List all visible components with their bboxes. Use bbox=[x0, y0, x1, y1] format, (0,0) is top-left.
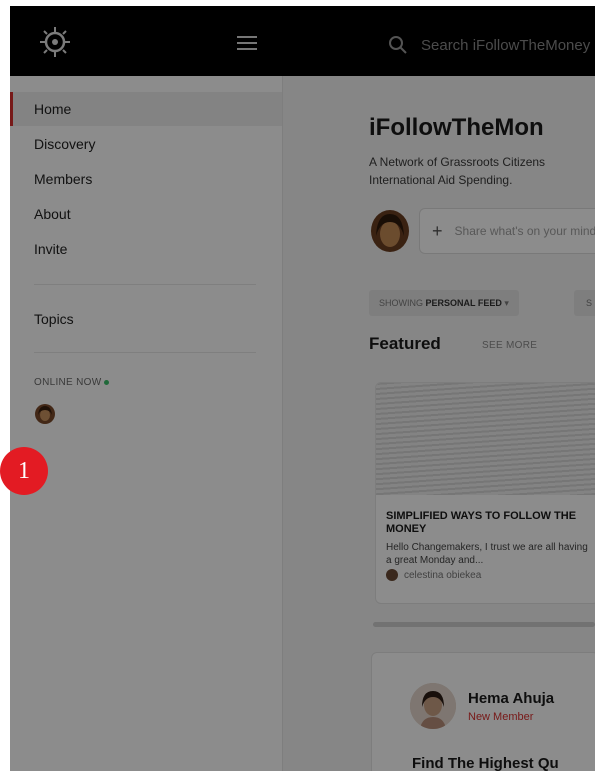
sidebar-item-invite[interactable]: Invite bbox=[10, 232, 282, 266]
chevron-down-icon: ▾ bbox=[504, 298, 509, 308]
featured-card[interactable]: SIMPLIFIED WAYS TO FOLLOW THE MONEY Hell… bbox=[375, 382, 595, 604]
sidebar: Home Discovery Members About Invite Topi… bbox=[10, 76, 283, 771]
post-composer[interactable]: + Share what's on your mind bbox=[419, 208, 595, 254]
avatar-face-icon bbox=[410, 683, 456, 729]
page-margin bbox=[0, 0, 10, 771]
featured-heading: Featured bbox=[369, 334, 441, 353]
author-name: celestina obiekea bbox=[404, 569, 482, 581]
card-image bbox=[376, 383, 595, 495]
author-avatar bbox=[386, 569, 398, 581]
member-role: New Member bbox=[468, 711, 534, 723]
search-input[interactable] bbox=[421, 36, 595, 54]
search-bar bbox=[388, 33, 595, 57]
online-user-avatar[interactable] bbox=[35, 404, 55, 424]
online-now-text: ONLINE NOW bbox=[34, 377, 102, 388]
feed-filter-value: PERSONAL FEED bbox=[425, 298, 502, 308]
card-title: SIMPLIFIED WAYS TO FOLLOW THE MONEY bbox=[386, 510, 577, 535]
online-status-dot-icon bbox=[104, 379, 110, 385]
sidebar-item-topics[interactable]: Topics bbox=[10, 302, 282, 336]
feed-filter-dropdown[interactable]: SHOWING PERSONAL FEED ▾ bbox=[369, 290, 519, 316]
site-description: A Network of Grassroots Citizens Interna… bbox=[369, 155, 546, 187]
page-title: iFollowTheMon bbox=[369, 114, 544, 141]
sort-filter-dropdown[interactable]: S bbox=[574, 290, 595, 316]
sidebar-divider bbox=[34, 352, 256, 353]
app-window: Home Discovery Members About Invite Topi… bbox=[0, 0, 595, 771]
sidebar-item-about[interactable]: About bbox=[10, 197, 282, 231]
feed-filter-prefix: SHOWING bbox=[379, 298, 423, 308]
card-excerpt: Hello Changemakers, I trust we are all h… bbox=[386, 542, 588, 566]
horizontal-scrollbar[interactable] bbox=[373, 622, 595, 627]
sidebar-item-members[interactable]: Members bbox=[10, 162, 282, 196]
avatar[interactable] bbox=[410, 683, 456, 729]
sidebar-item-home[interactable]: Home bbox=[10, 92, 282, 126]
see-more-link[interactable]: SEE MORE bbox=[482, 340, 537, 351]
card-author[interactable]: celestina obiekea bbox=[386, 569, 481, 581]
post-title[interactable]: Find The Highest Qu bbox=[412, 755, 559, 771]
site-logo-icon[interactable] bbox=[38, 25, 72, 59]
plus-icon: + bbox=[432, 220, 443, 241]
sidebar-divider bbox=[34, 284, 256, 285]
search-icon bbox=[389, 36, 407, 54]
avatar-face-icon bbox=[38, 406, 52, 421]
hamburger-menu-icon[interactable] bbox=[237, 36, 257, 52]
member-name[interactable]: Hema Ahuja bbox=[468, 690, 554, 707]
step-number-badge: 1 bbox=[0, 447, 48, 495]
online-now-label: ONLINE NOW bbox=[34, 377, 110, 388]
composer-placeholder: Share what's on your mind bbox=[454, 224, 595, 238]
main-content: iFollowTheMon A Network of Grassroots Ci… bbox=[283, 76, 595, 771]
avatar[interactable] bbox=[371, 210, 409, 252]
avatar-face-icon bbox=[376, 214, 404, 247]
page-margin bbox=[0, 0, 595, 6]
member-post: Hema Ahuja New Member Find The Highest Q… bbox=[371, 652, 595, 771]
sidebar-item-discovery[interactable]: Discovery bbox=[10, 127, 282, 161]
top-bar bbox=[10, 6, 595, 76]
